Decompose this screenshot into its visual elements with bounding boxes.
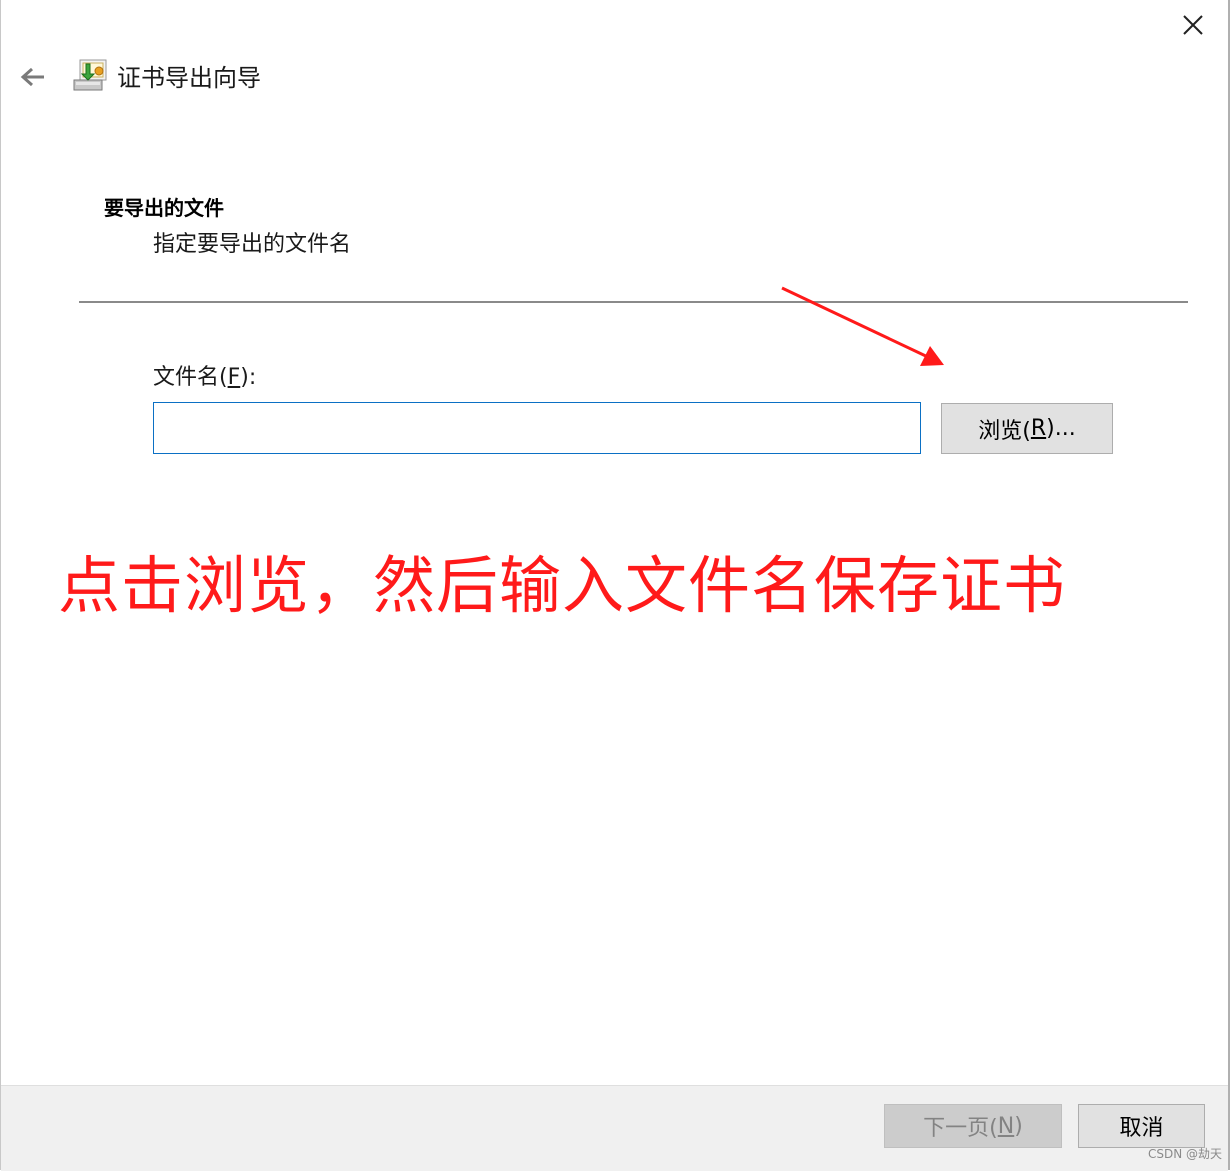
back-button[interactable] [14, 60, 52, 94]
certificate-export-wizard-window: 证书导出向导 要导出的文件 指定要导出的文件名 文件名(F): 浏览(R)...… [0, 0, 1230, 1171]
next-button[interactable]: 下一页(N) [884, 1104, 1062, 1148]
section-subtitle: 指定要导出的文件名 [153, 232, 352, 257]
file-name-input[interactable] [153, 402, 921, 454]
certificate-wizard-icon [73, 59, 107, 91]
watermark: CSDN @劫天 [1148, 1147, 1223, 1161]
file-name-label: 文件名(F): [153, 365, 257, 390]
annotation-arrow-icon [781, 286, 944, 366]
section-title: 要导出的文件 [104, 196, 224, 220]
window-left-border [0, 0, 1, 1170]
window-title: 证书导出向导 [117, 64, 261, 92]
cancel-button[interactable]: 取消 [1078, 1104, 1205, 1148]
header-divider [79, 301, 1188, 303]
back-arrow-icon [20, 67, 44, 87]
close-icon [1183, 15, 1203, 35]
browse-button[interactable]: 浏览(R)... [941, 403, 1113, 454]
annotation-text: 点击浏览，然后输入文件名保存证书 [58, 549, 1067, 622]
close-button[interactable] [1168, 6, 1218, 44]
